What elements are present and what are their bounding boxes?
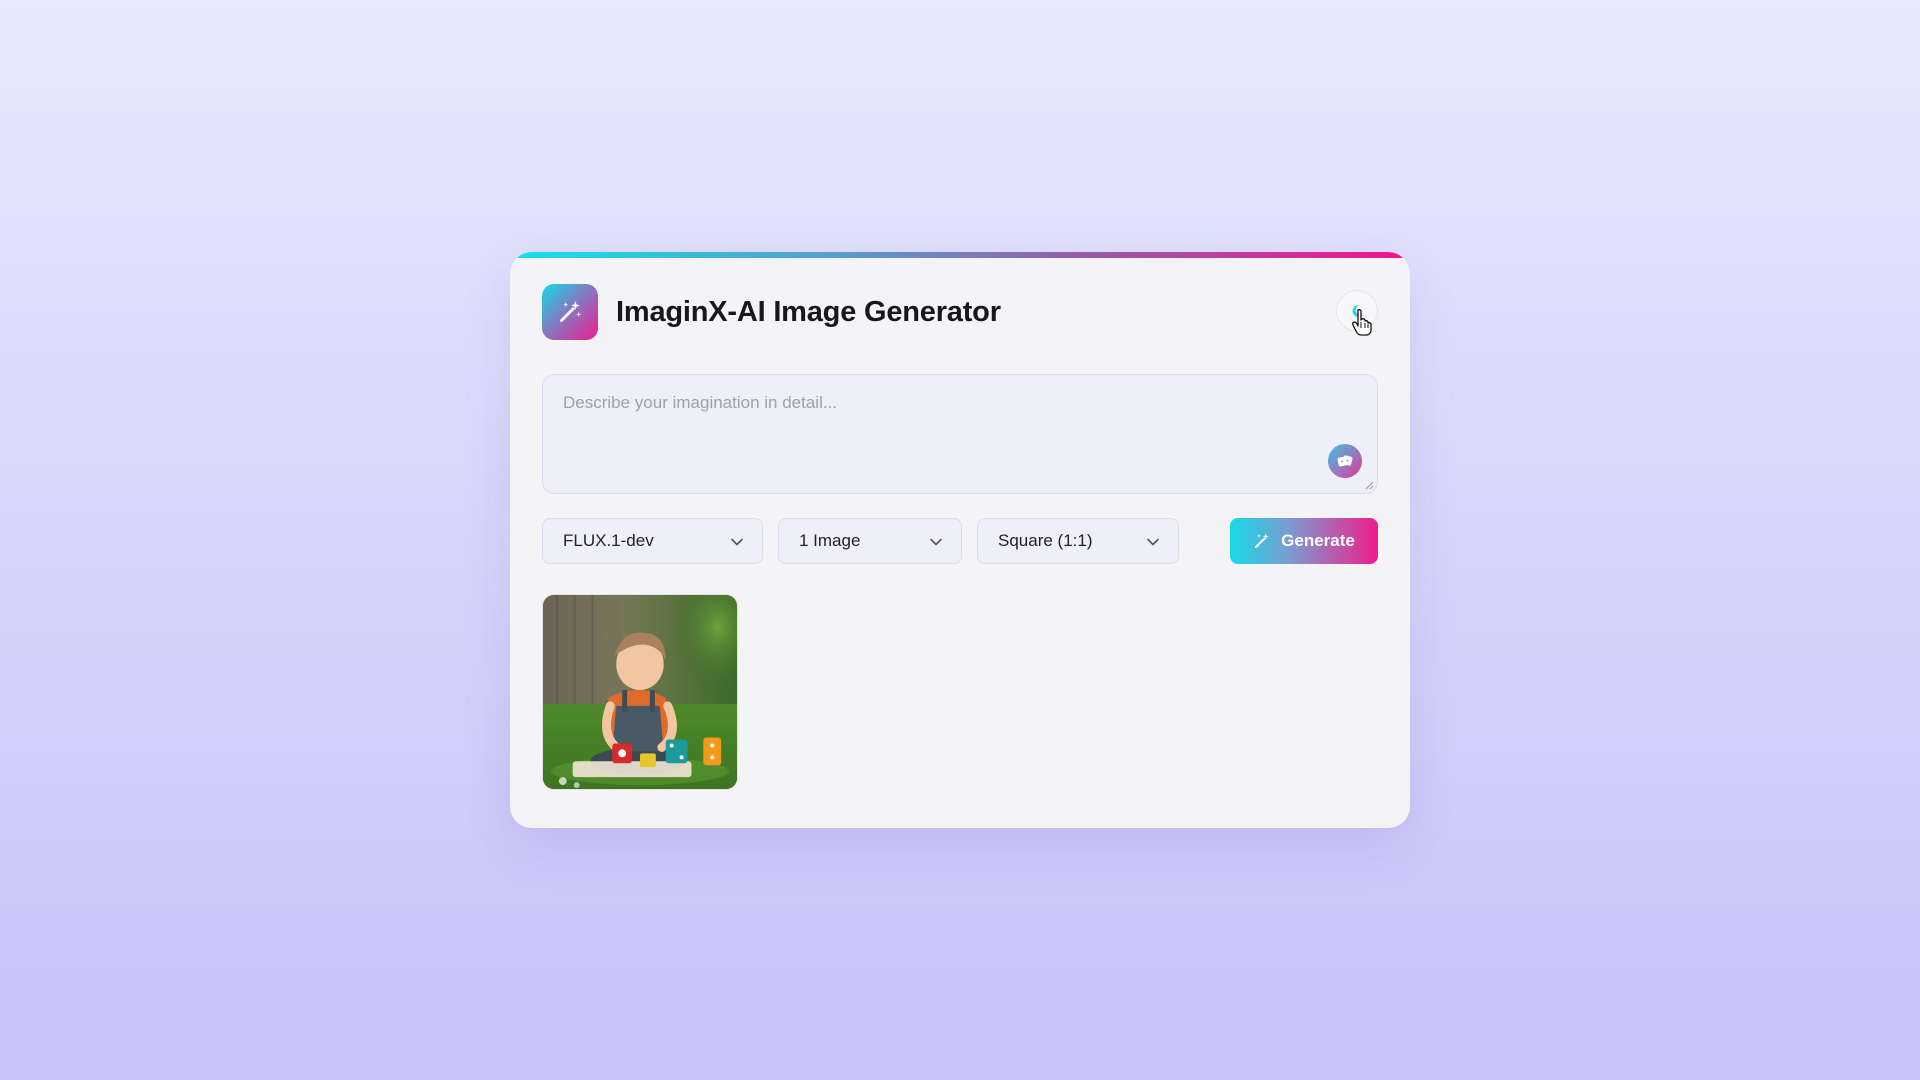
- generated-image: [543, 595, 737, 789]
- theme-toggle-button[interactable]: [1336, 290, 1378, 332]
- random-prompt-button[interactable]: [1328, 444, 1362, 478]
- aspect-ratio-select[interactable]: Square (1:1): [977, 518, 1179, 564]
- image-count-select-value: 1 Image: [799, 531, 861, 550]
- magic-wand-icon: [559, 301, 582, 323]
- dice-icon: [1337, 455, 1353, 467]
- chevron-down-icon: [1147, 538, 1159, 546]
- prompt-box: [542, 374, 1378, 494]
- resize-grip-icon[interactable]: [1365, 481, 1374, 490]
- image-count-select[interactable]: 1 Image: [778, 518, 962, 564]
- accent-bar: [510, 252, 1410, 258]
- generator-card: ImaginX-AI Image Generator Describe your…: [510, 252, 1410, 828]
- generate-button[interactable]: Generate: [1230, 518, 1378, 564]
- prompt-input[interactable]: [543, 375, 1377, 493]
- model-select-value: FLUX.1-dev: [563, 531, 654, 550]
- generated-image-thumbnail[interactable]: [542, 594, 738, 790]
- magic-wand-icon: [1255, 533, 1269, 548]
- app-logo: [542, 284, 598, 340]
- generate-button-label: Generate: [1281, 531, 1355, 550]
- page-title: ImaginX-AI Image Generator: [616, 296, 1001, 328]
- aspect-ratio-select-value: Square (1:1): [998, 531, 1093, 550]
- chevron-down-icon: [930, 538, 942, 546]
- chevron-down-icon: [731, 538, 743, 546]
- model-select[interactable]: FLUX.1-dev: [542, 518, 763, 564]
- moon-icon: [1352, 304, 1363, 317]
